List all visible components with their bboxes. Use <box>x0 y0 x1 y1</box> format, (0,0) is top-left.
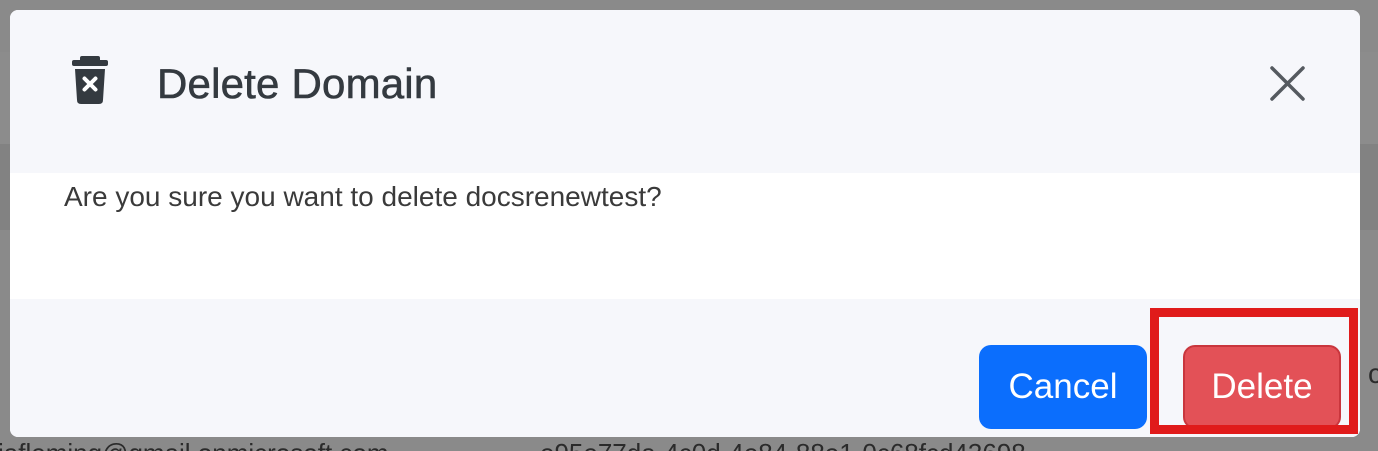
cancel-button[interactable]: Cancel <box>979 345 1147 429</box>
confirmation-message: Are you sure you want to delete docsrene… <box>64 181 662 212</box>
dialog-footer: Cancel Delete <box>10 299 1360 437</box>
close-icon <box>1270 66 1305 101</box>
delete-button[interactable]: Delete <box>1183 345 1341 429</box>
dialog-header: Delete Domain <box>10 10 1360 173</box>
delete-domain-dialog: Delete Domain Are you sure you want to d… <box>10 10 1360 437</box>
background-row-id: e95e77da-4c0d-4e84-88e1-0c68fcd43698 <box>540 438 1026 451</box>
dialog-title: Delete Domain <box>157 60 438 108</box>
close-button[interactable] <box>1262 62 1312 112</box>
background-glyph: c <box>1368 358 1378 389</box>
dialog-body: Are you sure you want to delete docsrene… <box>10 173 1360 299</box>
background-row-email: iafleming@gmail.onmicrosoft.com <box>0 438 389 451</box>
trash-x-icon <box>72 56 108 104</box>
